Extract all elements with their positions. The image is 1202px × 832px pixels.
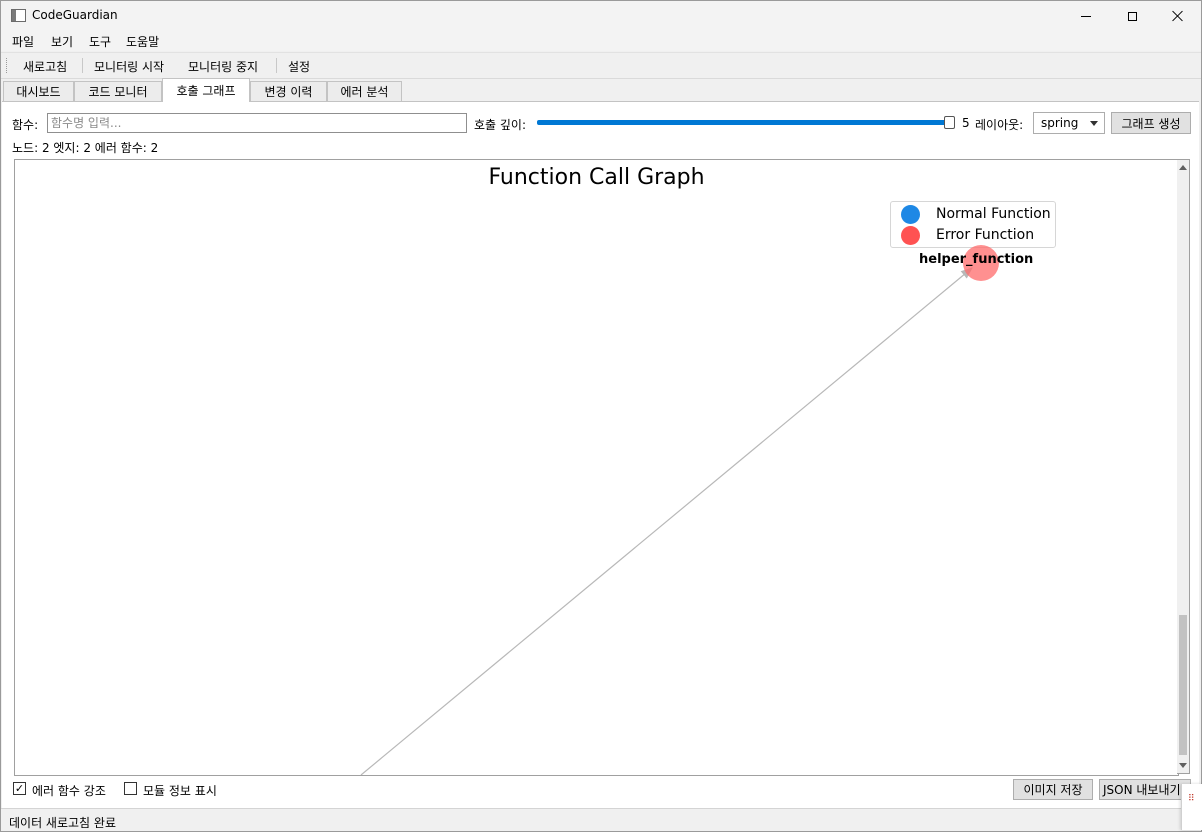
layout-select-value: spring (1041, 116, 1079, 130)
graph-stats: 노드: 2 엣지: 2 에러 함수: 2 (12, 141, 159, 155)
show-module-label: 모듈 정보 표시 (143, 784, 217, 798)
scroll-down-icon[interactable] (1179, 763, 1187, 768)
legend-label-error: Error Function (936, 227, 1035, 243)
legend-item-normal: Normal Function (901, 204, 1051, 224)
layout-select[interactable]: spring (1033, 112, 1105, 134)
maximize-icon (1127, 11, 1137, 21)
legend-label-normal: Normal Function (936, 206, 1051, 222)
save-image-button[interactable]: 이미지 저장 (1013, 779, 1093, 800)
close-button[interactable] (1155, 1, 1201, 31)
start-monitoring-button[interactable]: 모니터링 시작 (94, 58, 164, 75)
minimize-button[interactable] (1063, 1, 1109, 31)
graph-canvas[interactable]: Function Call Graph Normal Function Erro… (14, 159, 1179, 776)
depth-slider[interactable] (537, 120, 949, 125)
scroll-up-icon[interactable] (1179, 165, 1187, 170)
close-icon (1172, 10, 1184, 22)
toolbar-separator (82, 58, 83, 73)
graph-legend: Normal Function Error Function (890, 201, 1056, 248)
graph-edge (360, 267, 973, 775)
stop-monitoring-button[interactable]: 모니터링 중지 (188, 58, 258, 75)
app-icon (11, 9, 26, 22)
menu-tools[interactable]: 도구 (89, 33, 111, 50)
menu-view[interactable]: 보기 (51, 33, 73, 50)
status-bar: 데이터 새로고침 완료 (1, 808, 1201, 831)
tab-dashboard[interactable]: 대시보드 (3, 81, 74, 101)
status-message: 데이터 새로고침 완료 (9, 816, 116, 830)
error-function-dot-icon (901, 225, 920, 245)
highlight-errors-checkbox[interactable]: ✓ (13, 782, 26, 795)
tab-error-analysis[interactable]: 에러 분석 (327, 81, 402, 101)
graph-vertical-scrollbar[interactable] (1177, 159, 1190, 774)
generate-graph-button[interactable]: 그래프 생성 (1111, 112, 1191, 134)
maximize-button[interactable] (1109, 1, 1155, 31)
overlay-widget[interactable]: ⠿ (1181, 784, 1202, 830)
toolbar-grip[interactable] (6, 58, 9, 73)
tab-change-history[interactable]: 변경 이력 (250, 81, 327, 101)
depth-value: 5 (962, 116, 970, 130)
scrollbar-thumb[interactable] (1179, 615, 1187, 755)
graph-node-label: helper_function (919, 252, 1034, 267)
function-label: 함수: (12, 118, 39, 132)
function-search-input[interactable] (47, 113, 467, 133)
export-json-button[interactable]: JSON 내보내기 (1099, 779, 1191, 800)
refresh-button[interactable]: 새로고침 (23, 58, 67, 75)
tab-call-graph[interactable]: 호출 그래프 (162, 78, 250, 102)
minimize-icon (1081, 15, 1091, 17)
settings-button[interactable]: 설정 (288, 58, 310, 75)
main-window: CodeGuardian 파일 보기 도구 도움말 새로고침 모니터링 시작 모… (0, 0, 1202, 832)
normal-function-dot-icon (901, 204, 920, 224)
legend-item-error: Error Function (901, 225, 1034, 245)
call-graph-panel: 함수: 호출 깊이: 5 레이아웃: spring 그래프 생성 노드: 2 엣… (2, 101, 1199, 808)
tab-code-monitor[interactable]: 코드 모니터 (74, 81, 162, 101)
depth-slider-handle[interactable] (944, 116, 955, 129)
toolbar: 새로고침 모니터링 시작 모니터링 중지 설정 (1, 52, 1201, 79)
check-icon: ✓ (14, 782, 25, 795)
depth-label: 호출 깊이: (474, 118, 527, 132)
window-title: CodeGuardian (32, 8, 118, 22)
layout-label: 레이아웃: (975, 118, 1024, 132)
show-module-checkbox[interactable] (124, 782, 137, 795)
highlight-errors-label: 에러 함수 강조 (32, 784, 106, 798)
menu-file[interactable]: 파일 (12, 33, 34, 50)
graph-title: Function Call Graph (488, 165, 705, 190)
tab-bar: 대시보드 코드 모니터 호출 그래프 변경 이력 에러 분석 (1, 78, 1201, 102)
menu-bar: 파일 보기 도구 도움말 (1, 31, 1201, 51)
widget-icon: ⠿ (1188, 794, 1195, 804)
menu-help[interactable]: 도움말 (126, 33, 159, 50)
toolbar-separator (276, 58, 277, 73)
title-bar: CodeGuardian (1, 1, 1201, 31)
chevron-down-icon (1090, 121, 1098, 126)
